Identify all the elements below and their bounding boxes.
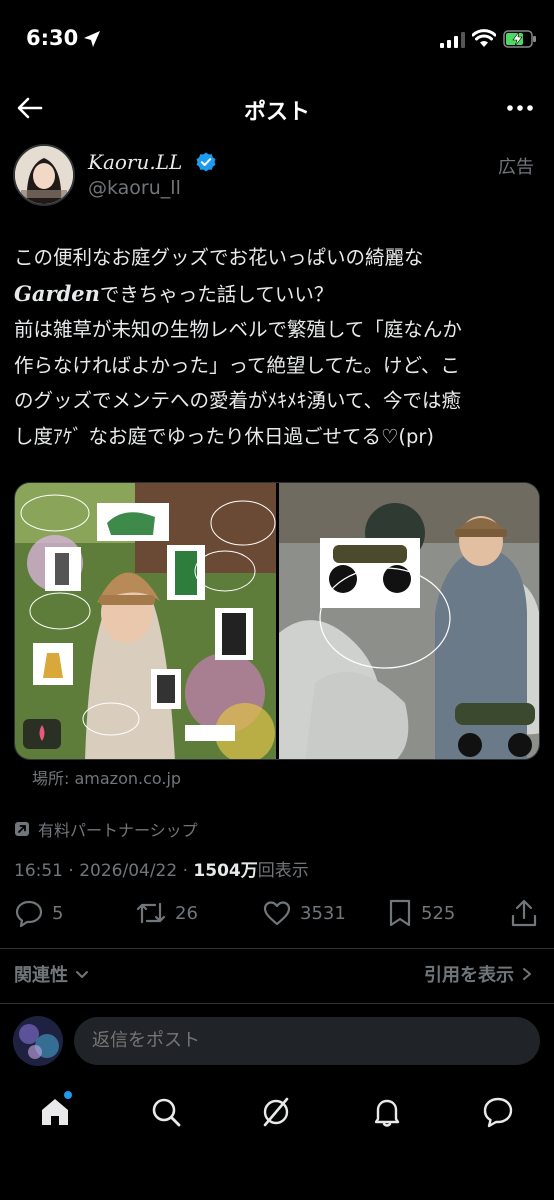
sort-label: 関連性	[14, 965, 68, 986]
post-line: 作らなければよかった」って絶望してた。けど、こ	[14, 353, 460, 377]
post-timestamp: 16:51 · 2026/04/22 ·	[14, 861, 194, 881]
views-count: 1504万	[193, 861, 258, 881]
divider	[0, 1003, 554, 1004]
bookmark-button[interactable]: 525	[387, 898, 455, 928]
post-meta: 16:51 · 2026/04/22 · 1504万回表示	[14, 856, 309, 881]
messages-icon[interactable]	[481, 1095, 515, 1129]
reply-button[interactable]: 5	[14, 898, 63, 928]
partnership-icon	[15, 822, 29, 836]
repost-count: 26	[175, 902, 198, 924]
post-line-rest: できちゃった話していい？	[99, 282, 334, 306]
author-handle[interactable]: @kaoru_ll	[88, 177, 181, 199]
divider	[0, 948, 554, 949]
notification-dot	[64, 1091, 72, 1099]
sort-relevance-button[interactable]: 関連性	[14, 961, 90, 987]
post-garden-word: Garden	[14, 280, 100, 306]
battery-charging-icon	[503, 30, 536, 48]
verified-badge-icon	[196, 152, 216, 172]
bookmark-count: 525	[421, 902, 456, 924]
search-icon[interactable]	[149, 1095, 183, 1129]
partnership-label: 有料パートナーシップ	[38, 821, 198, 840]
ad-label: 広告	[498, 157, 534, 178]
notifications-bell-icon[interactable]	[370, 1095, 404, 1129]
post-line: のグッズでメンテへの愛着がﾒｷﾒｷ湧いて、今では癒	[14, 389, 461, 412]
media-location[interactable]: 場所: amazon.co.jp	[32, 765, 181, 789]
cellular-signal-icon	[440, 32, 465, 48]
like-button[interactable]: 3531	[262, 898, 346, 928]
chevron-right-icon	[523, 968, 531, 980]
media-image-right[interactable]	[279, 483, 540, 760]
my-avatar[interactable]	[13, 1016, 63, 1066]
reply-icon	[15, 900, 43, 928]
page-title: ポスト	[243, 100, 310, 125]
reply-input[interactable]	[74, 1017, 540, 1065]
author-avatar[interactable]	[13, 144, 75, 206]
media-image-left[interactable]	[15, 483, 276, 760]
author-display-name[interactable]: Kaoru.LL	[88, 150, 182, 174]
heart-icon	[263, 901, 291, 926]
views-label: 回表示	[257, 861, 309, 881]
bookmark-icon	[389, 899, 411, 927]
post-body: この便利なお庭グッズでお花いっぱいの綺麗な Gardenできちゃった話していい？…	[14, 240, 544, 454]
status-bar: 6:30	[0, 0, 554, 70]
like-count: 3531	[300, 902, 346, 924]
action-bar: 5 26 3531 525	[0, 898, 554, 934]
grok-icon[interactable]	[259, 1095, 293, 1129]
repost-icon	[136, 902, 166, 924]
post-media[interactable]	[14, 482, 540, 760]
post-line: この便利なお庭グッズでお花いっぱいの綺麗な	[14, 246, 424, 269]
location-arrow-icon	[84, 31, 100, 47]
post-line: 前は雑草が未知の生物レベルで繁殖して「庭なんか	[14, 318, 462, 341]
bottom-tab-bar	[0, 1085, 554, 1145]
share-button[interactable]	[510, 898, 538, 928]
home-icon[interactable]	[38, 1095, 72, 1129]
wifi-icon	[472, 29, 496, 47]
view-quotes-link[interactable]: 引用を表示	[424, 961, 534, 987]
view-quotes-label: 引用を表示	[424, 965, 514, 986]
post-line: し度ｱｹﾞ なお庭でゆったり休日過ごせてる♡(pr)	[14, 424, 435, 448]
paid-partnership[interactable]: 有料パートナーシップ	[14, 817, 198, 841]
reply-count: 5	[52, 902, 64, 924]
post-line: Gardenできちゃった話していい？	[14, 276, 544, 313]
repost-button[interactable]: 26	[135, 898, 198, 928]
top-nav: ポスト	[0, 80, 554, 136]
share-icon	[511, 899, 537, 927]
more-options-icon[interactable]	[506, 94, 534, 122]
status-time: 6:30	[26, 26, 79, 50]
chevron-down-icon	[76, 971, 88, 978]
